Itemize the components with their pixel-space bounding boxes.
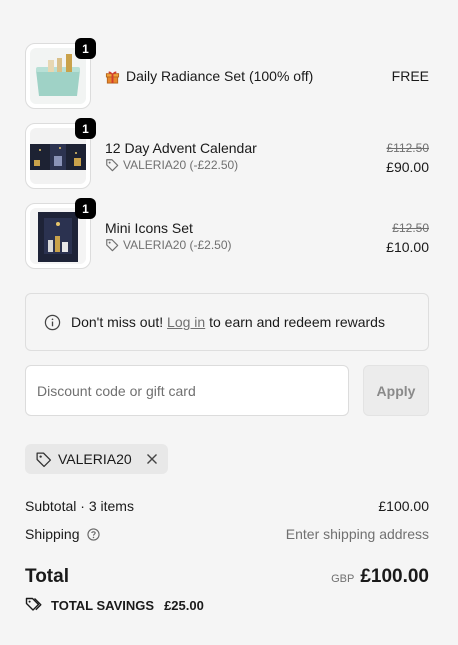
item-discount-text: VALERIA20 (-£22.50) bbox=[123, 158, 239, 172]
total-savings: TOTAL SAVINGS £25.00 bbox=[25, 597, 204, 613]
product-thumbnail: 1 bbox=[25, 118, 96, 189]
quantity-badge: 1 bbox=[75, 198, 96, 219]
item-title: 12 Day Advent Calendar bbox=[105, 140, 257, 156]
item-original-price: £112.50 bbox=[386, 141, 430, 155]
savings-value: £25.00 bbox=[164, 597, 204, 613]
shipping-row: Shipping Enter shipping address bbox=[25, 526, 429, 542]
apply-button[interactable]: Apply bbox=[363, 365, 429, 416]
item-discount: VALERIA20 (-£2.50) bbox=[105, 238, 232, 252]
total-row: Total GBP £100.00 bbox=[25, 566, 429, 588]
product-thumbnail: 1 bbox=[25, 198, 96, 269]
item-price: FREE bbox=[391, 68, 429, 84]
product-thumbnail: 1 bbox=[25, 38, 96, 109]
tag-icon bbox=[105, 238, 119, 252]
item-title: Mini Icons Set bbox=[105, 220, 193, 236]
total-value-group: GBP £100.00 bbox=[331, 566, 429, 588]
shipping-value: Enter shipping address bbox=[285, 526, 429, 542]
banner-prefix: Don't miss out! bbox=[71, 314, 164, 330]
applied-code: VALERIA20 bbox=[58, 451, 132, 467]
login-link[interactable]: Log in bbox=[167, 314, 205, 330]
gift-icon bbox=[105, 69, 120, 84]
total-value: £100.00 bbox=[360, 566, 429, 587]
total-label: Total bbox=[25, 566, 69, 587]
subtotal-label: Subtotal · 3 items bbox=[25, 498, 134, 514]
item-title: Daily Radiance Set (100% off) bbox=[126, 68, 314, 84]
savings-label: TOTAL SAVINGS bbox=[51, 597, 155, 613]
subtotal-row: Subtotal · 3 items £100.00 bbox=[25, 498, 429, 514]
info-icon bbox=[44, 314, 61, 331]
item-discount-text: VALERIA20 (-£2.50) bbox=[123, 238, 232, 252]
help-icon[interactable] bbox=[86, 527, 100, 541]
item-title-row: Daily Radiance Set (100% off) bbox=[105, 68, 313, 84]
tags-icon bbox=[25, 597, 43, 613]
shipping-label-group: Shipping bbox=[25, 526, 100, 542]
rewards-banner: Don't miss out! Log in to earn and redee… bbox=[25, 293, 429, 351]
currency-code: GBP bbox=[331, 573, 355, 585]
tag-icon bbox=[35, 451, 52, 468]
discount-code-input[interactable] bbox=[25, 365, 349, 416]
subtotal-value: £100.00 bbox=[378, 498, 429, 514]
item-discount: VALERIA20 (-£22.50) bbox=[105, 158, 238, 172]
line-item: 1 Daily Radiance Set (100% off) FREE bbox=[25, 38, 429, 109]
applied-discount-chip: VALERIA20 bbox=[25, 444, 168, 474]
line-item: 1 12 Day Advent Calendar VALERIA20 (-£22… bbox=[25, 118, 430, 189]
quantity-badge: 1 bbox=[75, 118, 96, 139]
banner-text: Don't miss out! Log in to earn and redee… bbox=[71, 314, 385, 330]
item-original-price: £12.50 bbox=[392, 221, 429, 235]
line-item: 1 Mini Icons Set VALERIA20 (-£2.50) £12.… bbox=[25, 198, 429, 269]
item-price: £90.00 bbox=[386, 159, 429, 175]
tag-icon bbox=[105, 158, 119, 172]
shipping-label: Shipping bbox=[25, 526, 80, 542]
item-price: £10.00 bbox=[386, 239, 429, 255]
remove-code-close-icon[interactable] bbox=[146, 453, 158, 465]
banner-suffix: to earn and redeem rewards bbox=[209, 314, 385, 330]
quantity-badge: 1 bbox=[75, 38, 96, 59]
